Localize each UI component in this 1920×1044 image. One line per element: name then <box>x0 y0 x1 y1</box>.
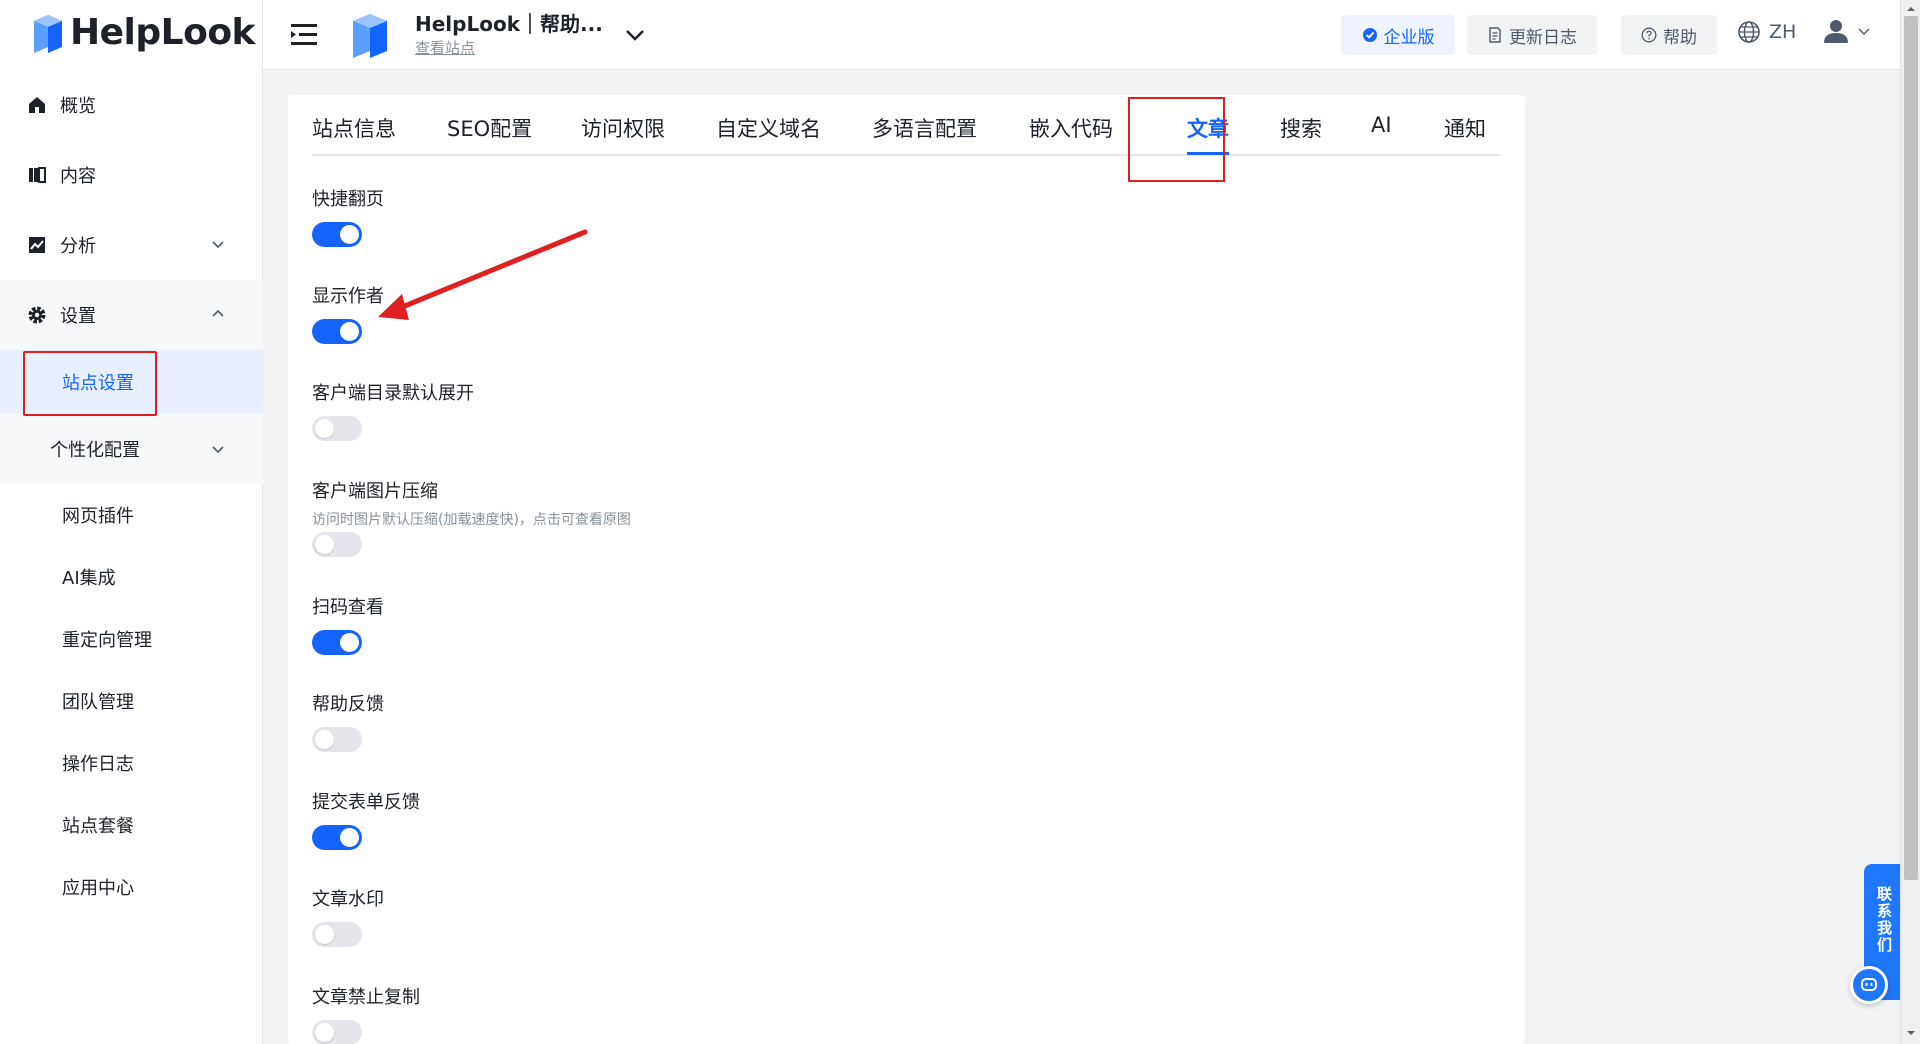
home-icon <box>26 94 48 116</box>
tab-article[interactable]: 文章 <box>1187 113 1229 143</box>
setting-label: 扫码查看 <box>312 597 384 618</box>
toggle-quick-page[interactable] <box>312 222 362 247</box>
toggle-client-toc-expand[interactable] <box>312 416 362 441</box>
sidebar-item-app-center[interactable]: 应用中心 <box>0 856 263 918</box>
page-scrollbar[interactable] <box>1900 0 1920 1044</box>
user-menu[interactable] <box>1823 18 1871 44</box>
helplook-logo[interactable]: HelpLook <box>32 12 256 53</box>
toggle-image-compress[interactable] <box>312 532 362 557</box>
chevron-up-icon <box>212 309 224 317</box>
sidebar-item-overview[interactable]: 概览 <box>0 70 263 140</box>
setting-help-feedback: 帮助反馈 <box>312 690 384 716</box>
changelog-label: 更新日志 <box>1509 27 1577 48</box>
setting-label: 帮助反馈 <box>312 694 384 715</box>
tab-access[interactable]: 访问权限 <box>581 113 665 143</box>
sidebar-item-analytics[interactable]: 分析 <box>0 210 263 280</box>
setting-label: 文章禁止复制 <box>312 987 420 1008</box>
setting-label: 显示作者 <box>312 286 384 307</box>
site-name: HelpLook｜帮助... <box>415 12 603 36</box>
sidebar-item-ai-integration[interactable]: AI集成 <box>0 546 263 608</box>
scroll-up-arrow-icon[interactable] <box>1906 4 1916 14</box>
setting-qr-view: 扫码查看 <box>312 593 384 619</box>
toggle-qr-view[interactable] <box>312 630 362 655</box>
helplook-logo-icon <box>32 13 64 53</box>
chevron-down-icon <box>1858 28 1870 35</box>
sidebar-item-label: 分析 <box>60 236 96 257</box>
globe-icon <box>1738 21 1760 43</box>
sidebar-item-personalization[interactable]: 个性化配置 <box>0 413 263 484</box>
setting-label: 快捷翻页 <box>312 189 384 210</box>
active-tab-indicator <box>1187 152 1229 155</box>
setting-watermark: 文章水印 <box>312 885 384 911</box>
toggle-show-author[interactable] <box>312 319 362 344</box>
view-site-link[interactable]: 查看站点 <box>415 37 475 58</box>
toggle-help-feedback[interactable] <box>312 727 362 752</box>
help-button[interactable]: 帮助 <box>1621 15 1717 55</box>
tab-embed-code[interactable]: 嵌入代码 <box>1029 113 1113 143</box>
sidebar-item-content[interactable]: 内容 <box>0 140 263 210</box>
chart-icon <box>26 234 48 256</box>
sidebar-item-settings[interactable]: 设置 <box>0 280 263 350</box>
tab-search[interactable]: 搜索 <box>1280 113 1322 143</box>
sidebar: HelpLook 概览 内容 分析 设置 站点设置 个性化配置 网页插件 AI集… <box>0 0 263 1044</box>
scrollbar-thumb[interactable] <box>1904 16 1918 880</box>
setting-label: 文章水印 <box>312 889 384 910</box>
user-avatar-icon <box>1824 20 1848 43</box>
setting-client-toc-expand: 客户端目录默认展开 <box>312 379 474 405</box>
sidebar-item-site-plan[interactable]: 站点套餐 <box>0 794 263 856</box>
site-logo-icon <box>353 14 387 58</box>
toggle-disable-copy[interactable] <box>312 1020 362 1044</box>
toggle-form-feedback[interactable] <box>312 825 362 850</box>
enterprise-label: 企业版 <box>1383 27 1435 48</box>
sidebar-item-operation-log[interactable]: 操作日志 <box>0 732 263 794</box>
setting-label: 客户端图片压缩 <box>312 481 438 502</box>
sidebar-item-label: 概览 <box>60 96 96 117</box>
setting-label: 客户端目录默认展开 <box>312 383 474 404</box>
tab-custom-domain[interactable]: 自定义域名 <box>716 113 821 143</box>
sidebar-item-web-plugin[interactable]: 网页插件 <box>0 484 263 546</box>
chevron-down-icon <box>212 446 224 454</box>
setting-quick-page: 快捷翻页 <box>312 185 384 211</box>
tab-multilingual[interactable]: 多语言配置 <box>872 113 977 143</box>
changelog-button[interactable]: 更新日志 <box>1467 15 1597 55</box>
question-circle-icon <box>1641 27 1657 43</box>
scroll-down-arrow-icon[interactable] <box>1906 1028 1916 1038</box>
setting-form-feedback: 提交表单反馈 <box>312 788 420 814</box>
sidebar-nav: 概览 内容 分析 设置 站点设置 个性化配置 网页插件 AI集成 重定向管理 团… <box>0 70 263 918</box>
sidebar-item-team[interactable]: 团队管理 <box>0 670 263 732</box>
sidebar-item-label: 设置 <box>60 306 96 327</box>
chevron-down-icon[interactable] <box>623 24 647 46</box>
chat-bubble-button[interactable] <box>1850 966 1888 1004</box>
check-circle-icon <box>1362 27 1378 43</box>
tab-notification[interactable]: 通知 <box>1444 113 1486 143</box>
setting-disable-copy: 文章禁止复制 <box>312 983 420 1009</box>
top-header: HelpLook｜帮助... 查看站点 企业版 更新日志 帮助 ZH <box>263 0 1900 70</box>
menu-collapse-icon[interactable] <box>291 22 319 48</box>
settings-tabs: 站点信息 SEO配置 访问权限 自定义域名 多语言配置 嵌入代码 文章 搜索 A… <box>312 95 1500 156</box>
book-icon <box>26 164 48 186</box>
chevron-down-icon <box>212 241 224 249</box>
document-icon <box>1487 27 1503 43</box>
sidebar-item-label: 个性化配置 <box>50 439 140 461</box>
gear-icon <box>26 304 48 326</box>
brand-name: HelpLook <box>70 12 256 53</box>
tab-site-info[interactable]: 站点信息 <box>312 113 396 143</box>
toggle-watermark[interactable] <box>312 922 362 947</box>
language-switcher[interactable]: ZH <box>1737 20 1796 44</box>
chat-icon <box>1861 978 1877 991</box>
setting-description: 访问时图片默认压缩(加载速度快)，点击可查看原图 <box>312 512 631 528</box>
help-label: 帮助 <box>1663 27 1697 48</box>
setting-show-author: 显示作者 <box>312 282 384 308</box>
sidebar-item-label: 内容 <box>60 166 96 187</box>
setting-label: 提交表单反馈 <box>312 792 420 813</box>
sidebar-item-redirects[interactable]: 重定向管理 <box>0 608 263 670</box>
enterprise-badge-button[interactable]: 企业版 <box>1341 15 1455 55</box>
tab-seo[interactable]: SEO配置 <box>447 113 532 143</box>
settings-card: 站点信息 SEO配置 访问权限 自定义域名 多语言配置 嵌入代码 文章 搜索 A… <box>288 95 1525 1044</box>
contact-us-label: 联系我们 <box>1875 886 1893 954</box>
language-label: ZH <box>1769 21 1797 43</box>
sidebar-item-site-settings[interactable]: 站点设置 <box>0 350 263 413</box>
setting-image-compress: 客户端图片压缩 访问时图片默认压缩(加载速度快)，点击可查看原图 <box>312 477 631 529</box>
tab-ai[interactable]: AI <box>1371 113 1392 137</box>
